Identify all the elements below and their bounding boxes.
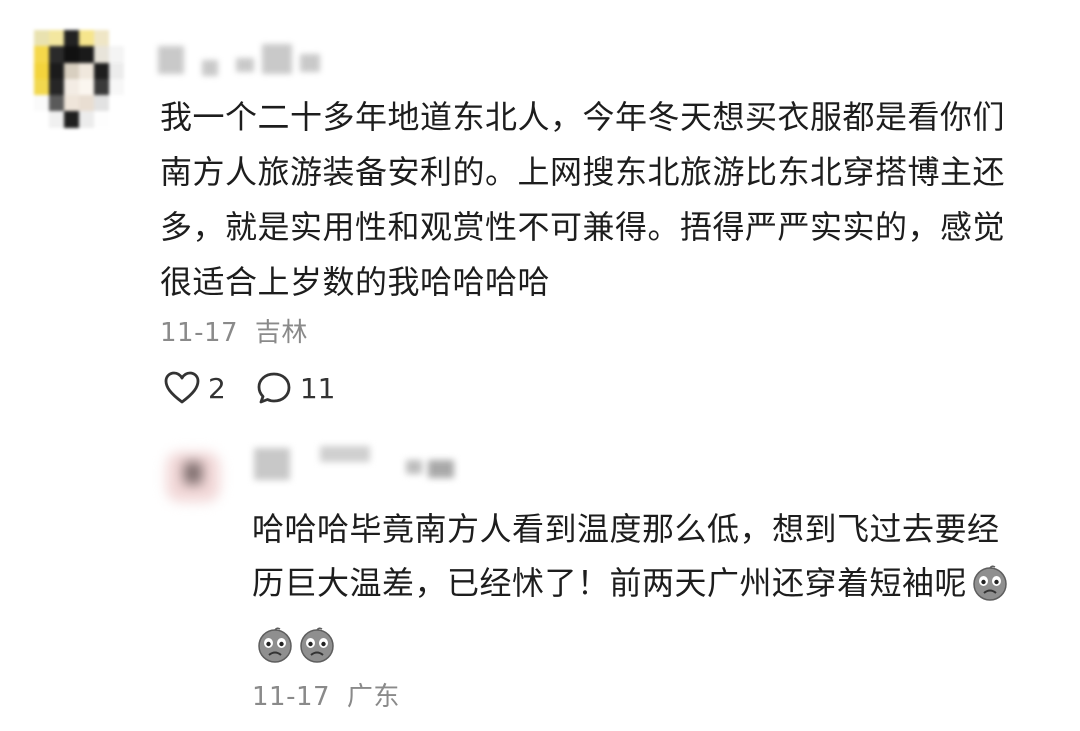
comment-thread: 我一个二十多年地道东北人，今年冬天想买衣服都是看你们南方人旅游装备安利的。上网搜… [0,0,1080,731]
crying-face-emoji [298,626,336,680]
heart-icon [164,371,200,404]
reply-location: 广东 [346,682,400,712]
reply-meta: 11-17 广东 [252,676,400,713]
comment-meta: 11-17 吉林 [160,312,308,349]
like-button[interactable]: 2 [164,371,226,405]
comment-location: 吉林 [254,318,308,348]
username-blurred[interactable] [150,40,330,78]
reply-button[interactable]: 11 [256,371,336,405]
avatar[interactable] [34,30,124,128]
reply-username-blurred[interactable] [248,442,468,480]
reply-text: 哈哈哈毕竟南方人看到温度那么低，想到飞过去要经历巨大温差，已经怵了！前两天广州还… [252,502,1012,680]
reply-date: 11-17 [252,682,331,712]
like-count: 2 [208,371,226,405]
crying-face-emoji [971,564,1009,618]
comment-actions: 2 11 [164,368,365,408]
comment-date: 11-17 [160,318,239,348]
crying-face-emoji [256,626,294,680]
speech-bubble-icon [257,372,291,404]
reply-avatar[interactable] [156,446,226,506]
comment-text: 我一个二十多年地道东北人，今年冬天想买衣服都是看你们南方人旅游装备安利的。上网搜… [160,98,1006,301]
reply-body: 哈哈哈毕竟南方人看到温度那么低，想到飞过去要经历巨大温差，已经怵了！前两天广州还… [252,510,1000,602]
reply-count: 11 [299,371,336,405]
